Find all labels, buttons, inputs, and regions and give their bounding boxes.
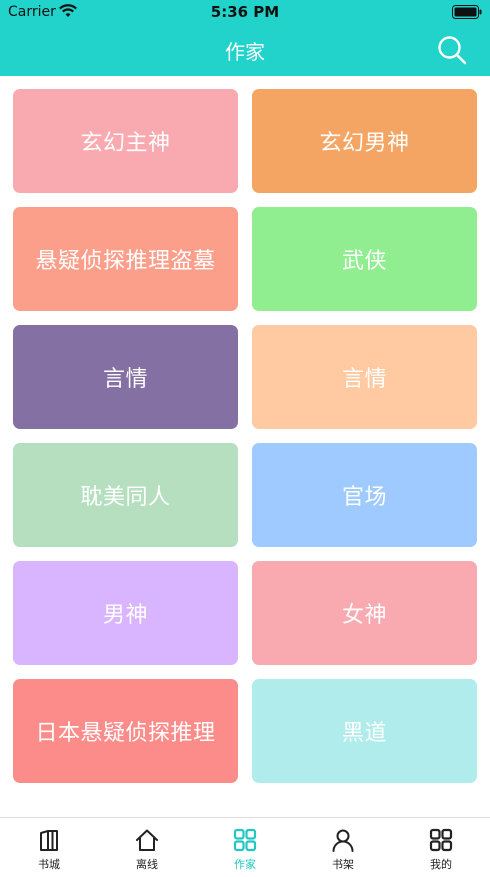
category-card[interactable]: 官场	[252, 443, 477, 547]
category-card[interactable]: 言情	[252, 325, 477, 429]
page-title: 作家	[225, 40, 265, 64]
tab-label: 作家	[234, 858, 256, 871]
category-card[interactable]: 男神	[13, 561, 238, 665]
home-icon	[136, 829, 158, 851]
status-time: 5:36 PM	[210, 3, 280, 21]
tab-2[interactable]: 离线	[98, 818, 196, 877]
category-grid: 玄幻主神 玄幻男神 悬疑侦探推理盗墓 武侠 言情 言情 耽美同人 官场 男神 女神 日本悬疑侦探推理…	[13, 89, 477, 783]
grid-icon	[233, 828, 257, 852]
search-icon[interactable]	[436, 34, 468, 66]
tab-1[interactable]: 书城	[0, 818, 98, 877]
user-icon	[332, 829, 354, 852]
tab-5[interactable]: 我的	[392, 818, 490, 877]
category-card[interactable]: 言情	[13, 325, 238, 429]
header: Carrier 5:36 PM 作家	[0, 0, 490, 76]
tab-3[interactable]: 作家	[196, 818, 294, 877]
tab-4[interactable]: 书架	[294, 818, 392, 877]
tab-label: 离线	[136, 858, 158, 871]
tab-bar: 书城 离线 作家 书架 我的	[0, 817, 490, 877]
tab-label: 书城	[38, 858, 60, 871]
category-card[interactable]: 女神	[252, 561, 477, 665]
category-card[interactable]: 玄幻主神	[13, 89, 238, 193]
category-card[interactable]: 武侠	[252, 207, 477, 311]
grid-icon	[429, 828, 453, 852]
battery-icon	[452, 5, 482, 19]
book-icon	[40, 830, 58, 851]
category-card[interactable]: 黑道	[252, 679, 477, 783]
category-card[interactable]: 玄幻男神	[252, 89, 477, 193]
category-card[interactable]: 悬疑侦探推理盗墓	[13, 207, 238, 311]
category-card[interactable]: 耽美同人	[13, 443, 238, 547]
tab-label: 书架	[332, 858, 354, 871]
tab-label: 我的	[430, 858, 452, 871]
status-bar: Carrier 5:36 PM	[0, 0, 490, 26]
category-card[interactable]: 日本悬疑侦探推理	[13, 679, 238, 783]
